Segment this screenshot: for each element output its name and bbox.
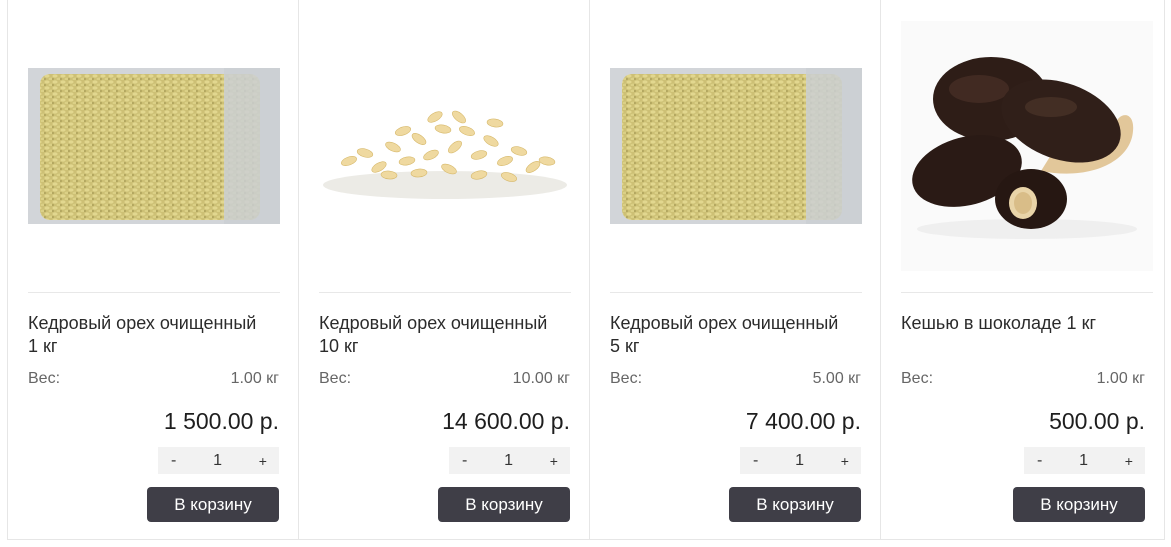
qty-value[interactable]: 1: [213, 452, 222, 470]
product-price: 1 500.00 р.: [163, 408, 279, 434]
product-price: 14 600.00 р.: [442, 408, 570, 434]
product-title[interactable]: Кедровый орех очищенный 1 кг: [28, 312, 268, 358]
weight-label: Вес:: [28, 370, 61, 387]
quantity-stepper: - 1 +: [1024, 447, 1145, 474]
quantity-stepper: - 1 +: [740, 447, 861, 474]
product-price: 500.00 р.: [1049, 408, 1145, 434]
qty-value[interactable]: 1: [795, 452, 804, 470]
product-card: Кедровый орех очищенный 1 кг Вес: 1.00 к…: [7, 0, 298, 540]
weight-value: 10.00 кг: [512, 370, 570, 387]
product-image[interactable]: [319, 15, 571, 277]
qty-value[interactable]: 1: [1079, 452, 1088, 470]
qty-increase-button[interactable]: +: [259, 453, 267, 469]
add-to-cart-button[interactable]: В корзину: [729, 487, 861, 522]
quantity-stepper: - 1 +: [158, 447, 279, 474]
add-to-cart-button[interactable]: В корзину: [438, 487, 570, 522]
qty-value[interactable]: 1: [504, 452, 513, 470]
qty-increase-button[interactable]: +: [1125, 453, 1133, 469]
divider: [319, 292, 571, 293]
weight-label: Вес:: [610, 370, 643, 387]
product-card: Кешью в шоколаде 1 кг Вес: 1.00 кг 500.0…: [880, 0, 1165, 540]
product-card: Кедровый орех очищенный 5 кг Вес: 5.00 к…: [589, 0, 880, 540]
product-price: 7 400.00 р.: [745, 408, 861, 434]
quantity-stepper: - 1 +: [449, 447, 570, 474]
product-image[interactable]: [28, 15, 280, 277]
qty-decrease-button[interactable]: -: [1037, 452, 1042, 470]
qty-decrease-button[interactable]: -: [753, 452, 758, 470]
qty-decrease-button[interactable]: -: [462, 452, 467, 470]
divider: [28, 292, 280, 293]
divider: [901, 292, 1153, 293]
qty-decrease-button[interactable]: -: [171, 452, 176, 470]
add-to-cart-button[interactable]: В корзину: [1013, 487, 1145, 522]
product-title[interactable]: Кедровый орех очищенный 10 кг: [319, 312, 559, 358]
product-title[interactable]: Кешью в шоколаде 1 кг: [901, 312, 1141, 335]
add-to-cart-button[interactable]: В корзину: [147, 487, 279, 522]
qty-increase-button[interactable]: +: [841, 453, 849, 469]
qty-increase-button[interactable]: +: [550, 453, 558, 469]
product-image[interactable]: [610, 15, 862, 277]
weight-value: 1.00 кг: [230, 370, 279, 387]
divider: [610, 292, 862, 293]
product-title[interactable]: Кедровый орех очищенный 5 кг: [610, 312, 850, 358]
weight-value: 1.00 кг: [1096, 370, 1145, 387]
weight-label: Вес:: [901, 370, 934, 387]
product-image[interactable]: [901, 15, 1153, 277]
product-grid: Кедровый орех очищенный 1 кг Вес: 1.00 к…: [0, 0, 1171, 547]
weight-value: 5.00 кг: [812, 370, 861, 387]
product-card: Кедровый орех очищенный 10 кг Вес: 10.00…: [298, 0, 589, 540]
weight-label: Вес:: [319, 370, 352, 387]
